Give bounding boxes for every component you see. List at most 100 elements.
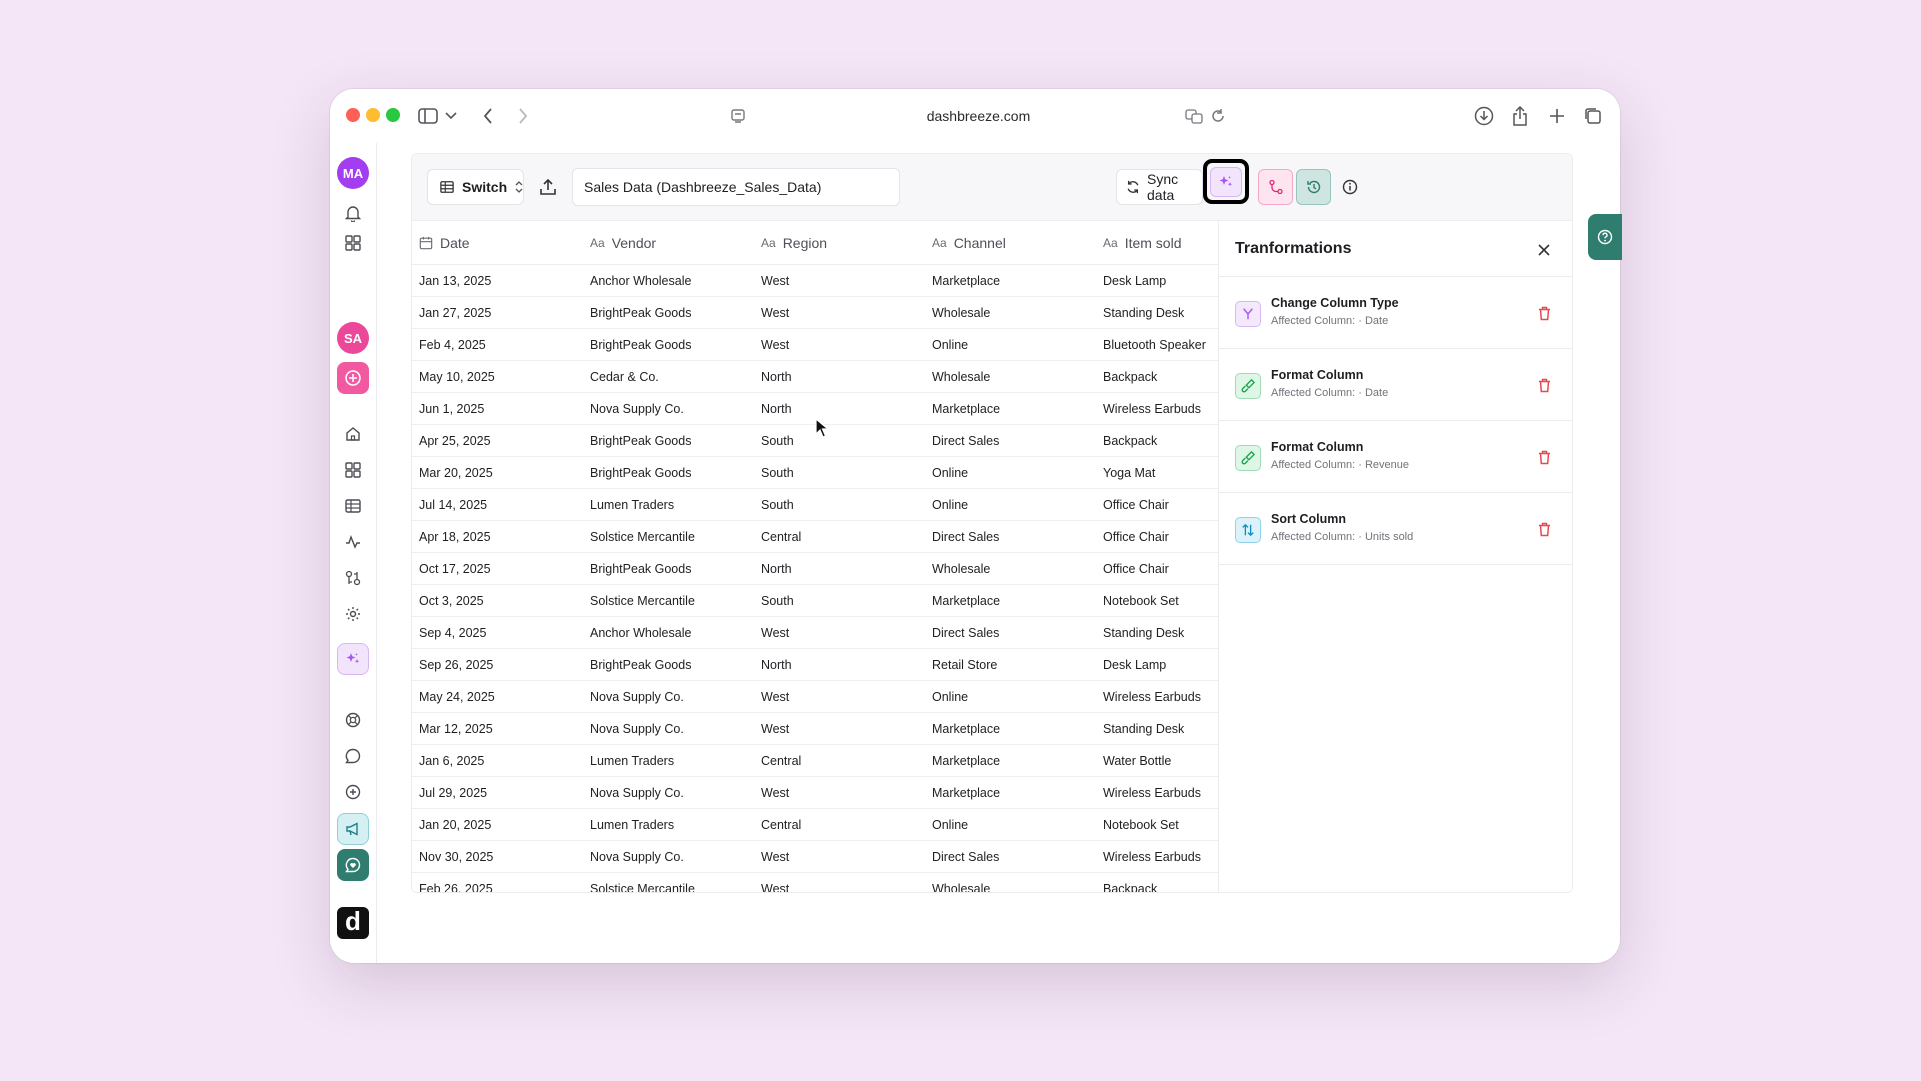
table-row[interactable]: Jan 6, 2025 Lumen Traders Central Marketpla… — [412, 745, 1218, 777]
switch-button[interactable]: Switch — [427, 169, 524, 205]
column-header-region[interactable]: Aa Region — [754, 221, 925, 264]
table-cell[interactable]: Wholesale — [925, 361, 1096, 392]
table-cell[interactable]: North — [754, 361, 925, 392]
table-cell[interactable]: Anchor Wholesale — [583, 265, 754, 296]
dashboard-icon[interactable] — [337, 227, 369, 259]
table-cell[interactable]: Jan 27, 2025 — [412, 297, 583, 328]
dataset-name-input[interactable]: Sales Data (Dashbreeze_Sales_Data) — [572, 168, 900, 206]
table-cell[interactable]: Direct Sales — [925, 425, 1096, 456]
table-row[interactable]: Sep 4, 2025 Anchor Wholesale West Direct Sa… — [412, 617, 1218, 649]
table-cell[interactable]: Solstice Mercantile — [583, 873, 754, 893]
table-cell[interactable]: West — [754, 265, 925, 296]
trash-icon[interactable] — [1535, 448, 1553, 466]
table-cell[interactable]: North — [754, 649, 925, 680]
table-cell[interactable]: Mar 20, 2025 — [412, 457, 583, 488]
column-header-vendor[interactable]: Aa Vendor — [583, 221, 754, 264]
table-cell[interactable]: Jan 20, 2025 — [412, 809, 583, 840]
minimize-window-button[interactable] — [366, 108, 380, 122]
transformation-item[interactable]: Change Column Type Affected Column: · Da… — [1219, 277, 1572, 349]
workspace-avatar[interactable]: SA — [337, 322, 369, 354]
table-cell[interactable]: Cedar & Co. — [583, 361, 754, 392]
chevron-down-icon[interactable] — [438, 103, 464, 129]
table-row[interactable]: Jan 27, 2025 BrightPeak Goods West Wholesal… — [412, 297, 1218, 329]
user-avatar[interactable]: MA — [337, 157, 369, 189]
widgets-icon[interactable] — [337, 454, 369, 486]
table-cell[interactable]: Jun 1, 2025 — [412, 393, 583, 424]
upload-icon[interactable] — [537, 176, 559, 198]
table-cell[interactable]: Online — [925, 489, 1096, 520]
table-cell[interactable]: South — [754, 489, 925, 520]
table-cell[interactable]: BrightPeak Goods — [583, 297, 754, 328]
table-cell[interactable]: Jan 6, 2025 — [412, 745, 583, 776]
table-cell[interactable]: Desk Lamp — [1096, 265, 1218, 296]
table-cell[interactable]: West — [754, 297, 925, 328]
forward-icon[interactable] — [510, 103, 536, 129]
table-cell[interactable]: Nova Supply Co. — [583, 713, 754, 744]
table-cell[interactable]: Retail Store — [925, 649, 1096, 680]
support-icon[interactable] — [337, 704, 369, 736]
table-cell[interactable]: West — [754, 713, 925, 744]
table-cell[interactable]: Jul 14, 2025 — [412, 489, 583, 520]
table-cell[interactable]: Direct Sales — [925, 521, 1096, 552]
transformations-button[interactable] — [1203, 159, 1249, 204]
help-tab[interactable] — [1588, 214, 1622, 260]
table-row[interactable]: Sep 26, 2025 BrightPeak Goods North Retail … — [412, 649, 1218, 681]
trash-icon[interactable] — [1535, 304, 1553, 322]
table-cell[interactable]: May 10, 2025 — [412, 361, 583, 392]
sync-data-button[interactable]: Sync data — [1116, 169, 1203, 205]
table-cell[interactable]: Notebook Set — [1096, 585, 1218, 616]
table-cell[interactable]: Marketplace — [925, 585, 1096, 616]
table-row[interactable]: Jan 20, 2025 Lumen Traders Central Online No… — [412, 809, 1218, 841]
table-cell[interactable]: Direct Sales — [925, 617, 1096, 648]
table-cell[interactable]: West — [754, 873, 925, 893]
table-cell[interactable]: South — [754, 457, 925, 488]
table-row[interactable]: Nov 30, 2025 Nova Supply Co. West Direct Sa… — [412, 841, 1218, 873]
table-row[interactable]: Apr 18, 2025 Solstice Mercantile Central Di… — [412, 521, 1218, 553]
history-button[interactable] — [1296, 169, 1331, 205]
page-settings-icon[interactable] — [730, 108, 746, 124]
trash-icon[interactable] — [1535, 520, 1553, 538]
table-row[interactable]: Oct 17, 2025 BrightPeak Goods North Wholesa… — [412, 553, 1218, 585]
table-cell[interactable]: Standing Desk — [1096, 713, 1218, 744]
table-cell[interactable]: South — [754, 585, 925, 616]
table-cell[interactable]: Wireless Earbuds — [1096, 393, 1218, 424]
table-cell[interactable]: Jul 29, 2025 — [412, 777, 583, 808]
table-cell[interactable]: Office Chair — [1096, 489, 1218, 520]
table-cell[interactable]: Feb 26, 2025 — [412, 873, 583, 893]
table-cell[interactable]: BrightPeak Goods — [583, 457, 754, 488]
table-cell[interactable]: Backpack — [1096, 873, 1218, 893]
table-cell[interactable]: Online — [925, 681, 1096, 712]
tab-overview-icon[interactable] — [1580, 103, 1606, 129]
table-row[interactable]: May 10, 2025 Cedar & Co. North Wholesale Bac… — [412, 361, 1218, 393]
table-cell[interactable]: West — [754, 777, 925, 808]
back-icon[interactable] — [475, 103, 501, 129]
table-cell[interactable]: Nova Supply Co. — [583, 841, 754, 872]
close-panel-icon[interactable] — [1536, 242, 1552, 258]
share-icon[interactable] — [1507, 103, 1533, 129]
table-row[interactable]: Jul 14, 2025 Lumen Traders South Online Offi… — [412, 489, 1218, 521]
reload-icon[interactable] — [1210, 108, 1226, 124]
table-row[interactable]: Feb 4, 2025 BrightPeak Goods West Online Blu… — [412, 329, 1218, 361]
address-bar[interactable]: dashbreeze.com — [718, 97, 1239, 135]
table-cell[interactable]: North — [754, 553, 925, 584]
add-circle-icon[interactable] — [337, 776, 369, 808]
table-cell[interactable]: Wholesale — [925, 873, 1096, 893]
table-cell[interactable]: Standing Desk — [1096, 297, 1218, 328]
table-cell[interactable]: Solstice Mercantile — [583, 521, 754, 552]
table-cell[interactable]: Office Chair — [1096, 521, 1218, 552]
table-cell[interactable]: BrightPeak Goods — [583, 649, 754, 680]
table-cell[interactable]: Backpack — [1096, 361, 1218, 392]
table-cell[interactable]: Online — [925, 329, 1096, 360]
table-cell[interactable]: Office Chair — [1096, 553, 1218, 584]
chat-icon[interactable] — [337, 740, 369, 772]
table-cell[interactable]: North — [754, 393, 925, 424]
table-row[interactable]: Mar 20, 2025 BrightPeak Goods South Online Y… — [412, 457, 1218, 489]
info-icon[interactable] — [1340, 177, 1360, 197]
add-workspace-icon[interactable] — [337, 362, 369, 394]
column-header-item-sold[interactable]: Aa Item sold — [1096, 221, 1218, 264]
table-row[interactable]: Jan 13, 2025 Anchor Wholesale West Marketpl… — [412, 265, 1218, 297]
transform-icon[interactable] — [337, 562, 369, 594]
table-cell[interactable]: Apr 25, 2025 — [412, 425, 583, 456]
table-cell[interactable]: Wireless Earbuds — [1096, 777, 1218, 808]
table-cell[interactable]: Lumen Traders — [583, 745, 754, 776]
